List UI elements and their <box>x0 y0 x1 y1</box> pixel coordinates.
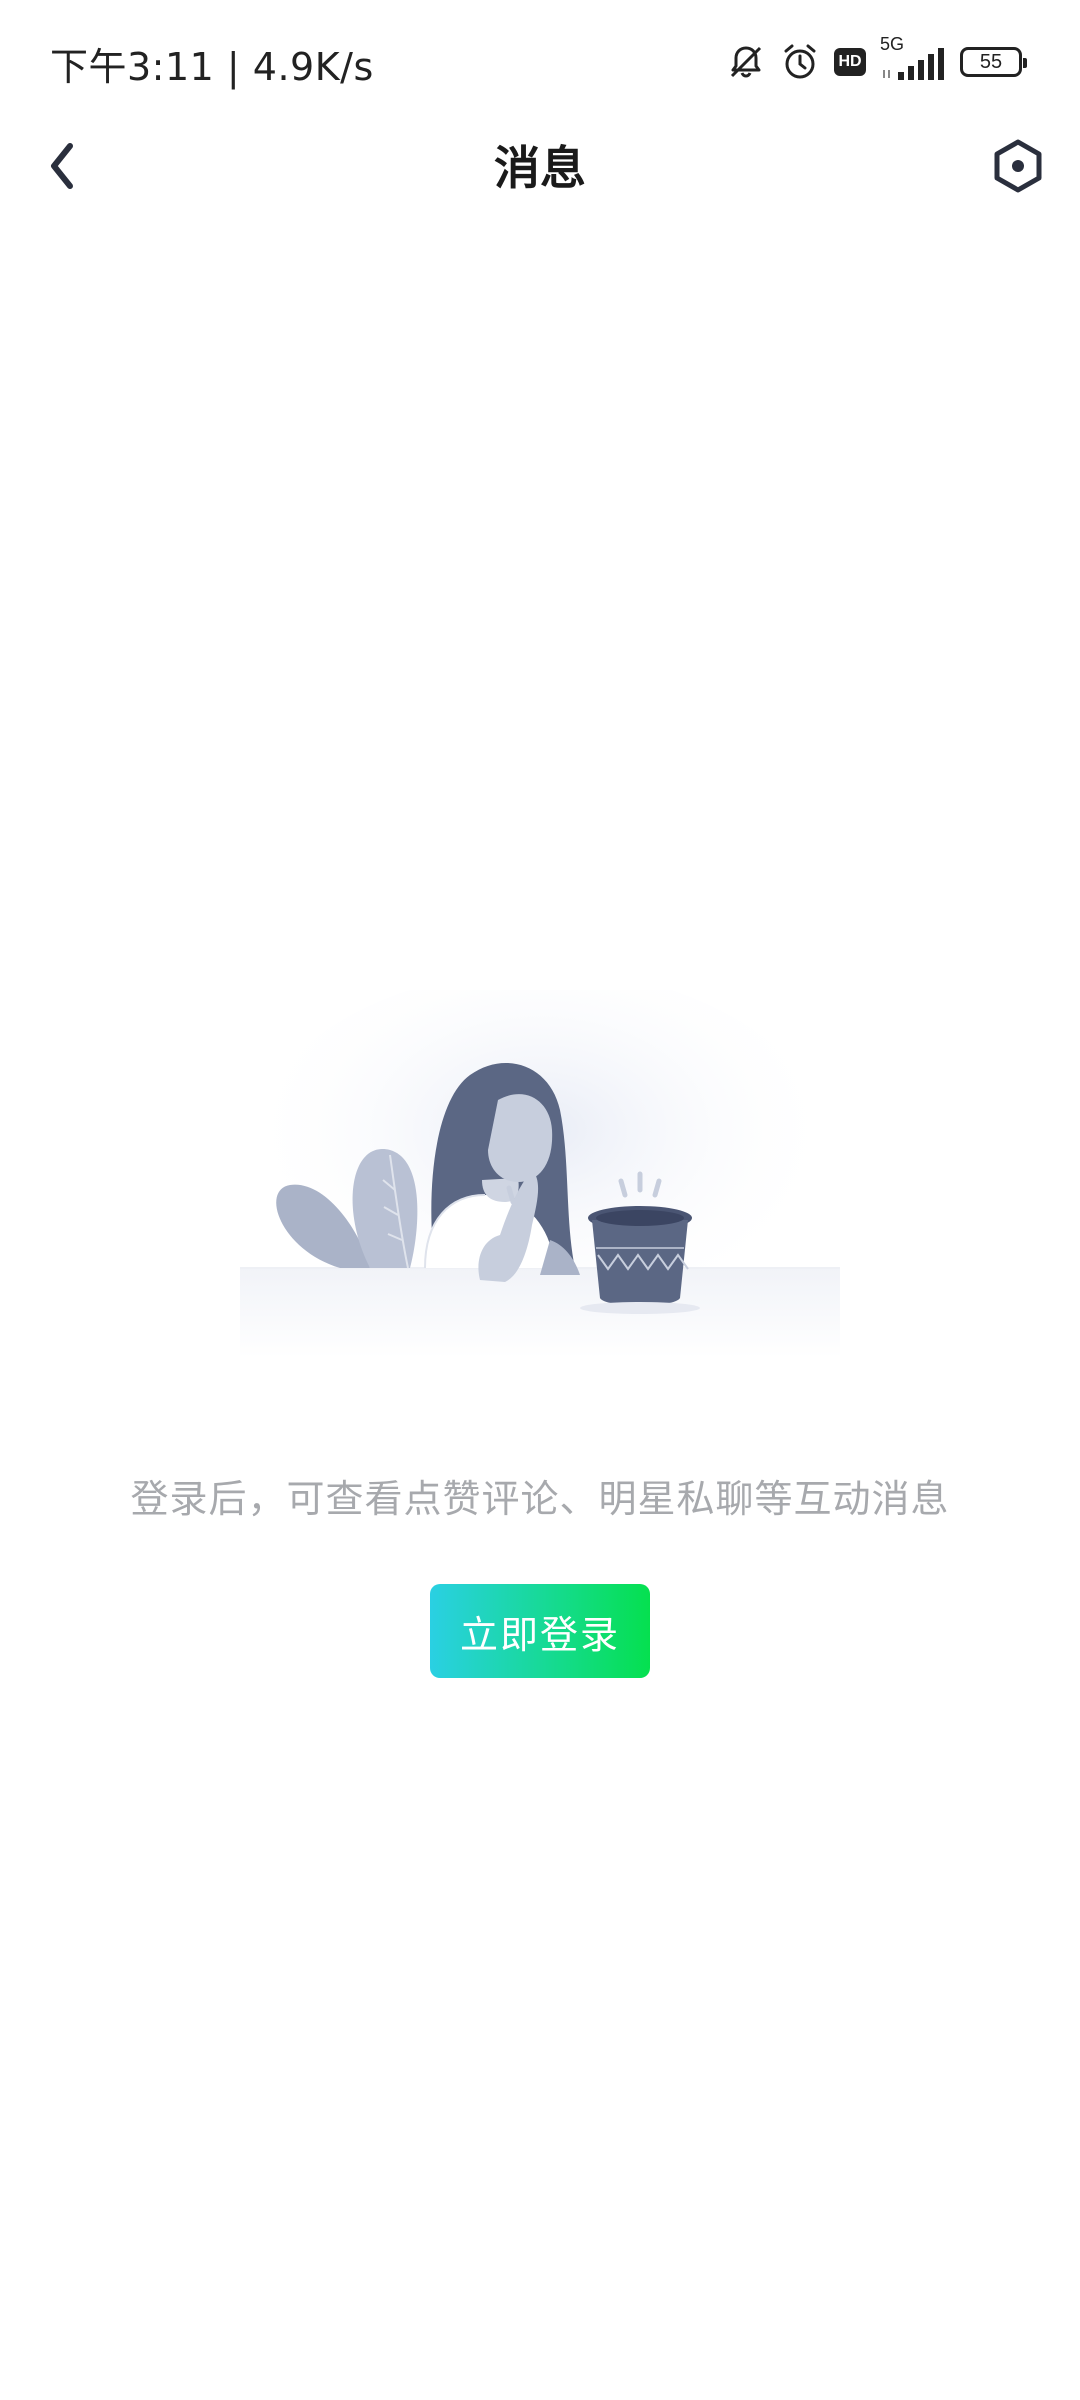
bell-muted-icon <box>726 42 766 82</box>
settings-button[interactable] <box>986 134 1050 198</box>
network-label: 5G <box>880 34 905 54</box>
login-hint-text: 登录后，可查看点赞评论、明星私聊等互动消息 <box>130 1477 950 1521</box>
login-button[interactable]: 立即登录 <box>430 1584 650 1678</box>
status-bar: 下午3:11 | 4.9K/s HD 5G 55 <box>0 0 1080 120</box>
messages-screen: 下午3:11 | 4.9K/s HD 5G 55 消息 登录后，可查看点赞评论、… <box>0 0 1080 2400</box>
empty-state-illustration <box>220 970 860 1420</box>
hexagon-settings-icon <box>994 139 1042 193</box>
status-icons: HD 5G 55 <box>726 34 1027 84</box>
hd-icon: HD <box>834 48 866 76</box>
page-title: 消息 <box>494 141 586 195</box>
alarm-icon <box>780 42 820 82</box>
nav-header: 消息 <box>0 120 1080 212</box>
battery-icon: 55 <box>960 47 1027 77</box>
status-time-speed: 下午3:11 | 4.9K/s <box>50 45 374 89</box>
signal-5g-icon: 5G <box>880 34 946 82</box>
